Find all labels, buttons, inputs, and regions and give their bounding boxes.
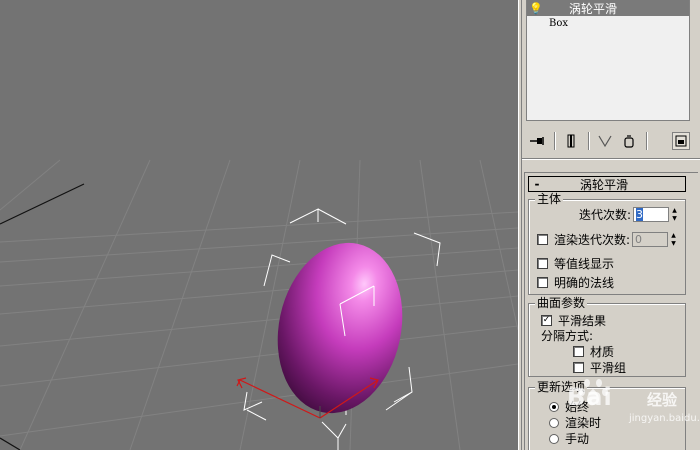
toolbar-separator: [554, 132, 556, 150]
make-unique-icon[interactable]: [594, 130, 616, 152]
world-axis-line: [0, 183, 85, 225]
update-always-label: 始终: [565, 400, 590, 414]
spinner-arrows-icon[interactable]: ▲ ▼: [670, 207, 679, 222]
toolbar-separator: [646, 132, 648, 150]
separate-by-row: 分隔方式:: [541, 327, 593, 344]
collapse-icon[interactable]: -: [529, 177, 545, 191]
isoline-label: 等值线显示: [554, 257, 615, 271]
render-iters-checkbox[interactable]: [537, 234, 548, 245]
isoline-row: 等值线显示: [537, 255, 614, 272]
rollout-title: 涡轮平滑: [580, 177, 629, 192]
viewport-scene: [0, 159, 518, 450]
ground-grid: [0, 159, 518, 450]
materials-row: 材质: [573, 343, 614, 360]
separate-by-label: 分隔方式:: [541, 329, 594, 343]
surface-params-group: 曲面参数 平滑结果 分隔方式: 材质 平滑组: [528, 296, 686, 377]
configure-modifier-sets-icon[interactable]: [672, 132, 690, 150]
lightbulb-icon[interactable]: 💡: [527, 2, 545, 15]
explicit-normals-checkbox[interactable]: [537, 277, 548, 288]
update-render-label: 渲染时: [565, 416, 602, 430]
panel-divider: [522, 158, 700, 160]
update-manual-radio[interactable]: [549, 433, 559, 444]
iterations-row: 迭代次数: 3 ▲ ▼: [579, 206, 679, 223]
main-group-title: 主体: [535, 192, 564, 206]
update-group-title: 更新选项: [535, 380, 588, 394]
smoothing-groups-label: 平滑组: [590, 361, 627, 375]
pin-stack-icon[interactable]: [526, 130, 548, 152]
materials-checkbox[interactable]: [573, 346, 584, 357]
smooth-result-checkbox[interactable]: [541, 315, 552, 326]
render-iters-field[interactable]: 0: [632, 232, 669, 247]
stack-item-box[interactable]: Box: [527, 16, 689, 31]
smoothing-groups-row: 平滑组: [573, 359, 626, 376]
rollout-header[interactable]: - 涡轮平滑: [528, 176, 686, 192]
explicit-normals-label: 明确的法线: [554, 276, 615, 290]
update-render-row: 渲染时: [549, 414, 601, 431]
update-always-row: 始终: [549, 398, 589, 415]
smoothing-groups-checkbox[interactable]: [573, 362, 584, 373]
surface-group-title: 曲面参数: [535, 296, 588, 310]
isoline-checkbox[interactable]: [537, 258, 548, 269]
turbosmooth-rollout: - 涡轮平滑 主体 迭代次数: 3 ▲ ▼ 渲染迭代次数: 0 ▲ ▼ 等值线显…: [524, 172, 698, 450]
toolbar-separator: [588, 132, 590, 150]
iterations-field[interactable]: 3: [633, 207, 670, 222]
iterations-label: 迭代次数:: [579, 208, 632, 222]
render-iters-row: 渲染迭代次数: 0 ▲ ▼: [537, 231, 678, 248]
show-end-result-icon[interactable]: [560, 130, 582, 152]
spinner-arrows-icon[interactable]: ▲ ▼: [669, 232, 678, 247]
remove-modifier-icon[interactable]: [618, 130, 640, 152]
materials-label: 材质: [590, 345, 615, 359]
stack-item-label: 涡轮平滑: [569, 1, 618, 16]
update-render-radio[interactable]: [549, 417, 559, 428]
explicit-normals-row: 明确的法线: [537, 274, 614, 291]
modify-command-panel: 💡 涡轮平滑 Box - 涡轮平滑 主体 迭代次数: 3 ▲ ▼ 渲染迭代次数:…: [522, 0, 700, 450]
perspective-viewport[interactable]: [0, 0, 518, 450]
modifier-stack-list[interactable]: 💡 涡轮平滑 Box: [526, 0, 690, 121]
update-always-radio[interactable]: [549, 401, 559, 412]
update-options-group: 更新选项 始终 渲染时 手动: [528, 380, 686, 450]
render-iters-spinner[interactable]: 0 ▲ ▼: [632, 232, 678, 247]
update-manual-label: 手动: [565, 432, 590, 446]
render-iters-label: 渲染迭代次数:: [554, 233, 631, 247]
iterations-spinner[interactable]: 3 ▲ ▼: [633, 207, 679, 222]
stack-toolbar: [526, 128, 692, 154]
stack-item-turbosmooth[interactable]: 💡 涡轮平滑: [527, 0, 689, 16]
update-manual-row: 手动: [549, 430, 589, 447]
main-group: 主体 迭代次数: 3 ▲ ▼ 渲染迭代次数: 0 ▲ ▼ 等值线显示 明确的法线: [528, 192, 686, 295]
